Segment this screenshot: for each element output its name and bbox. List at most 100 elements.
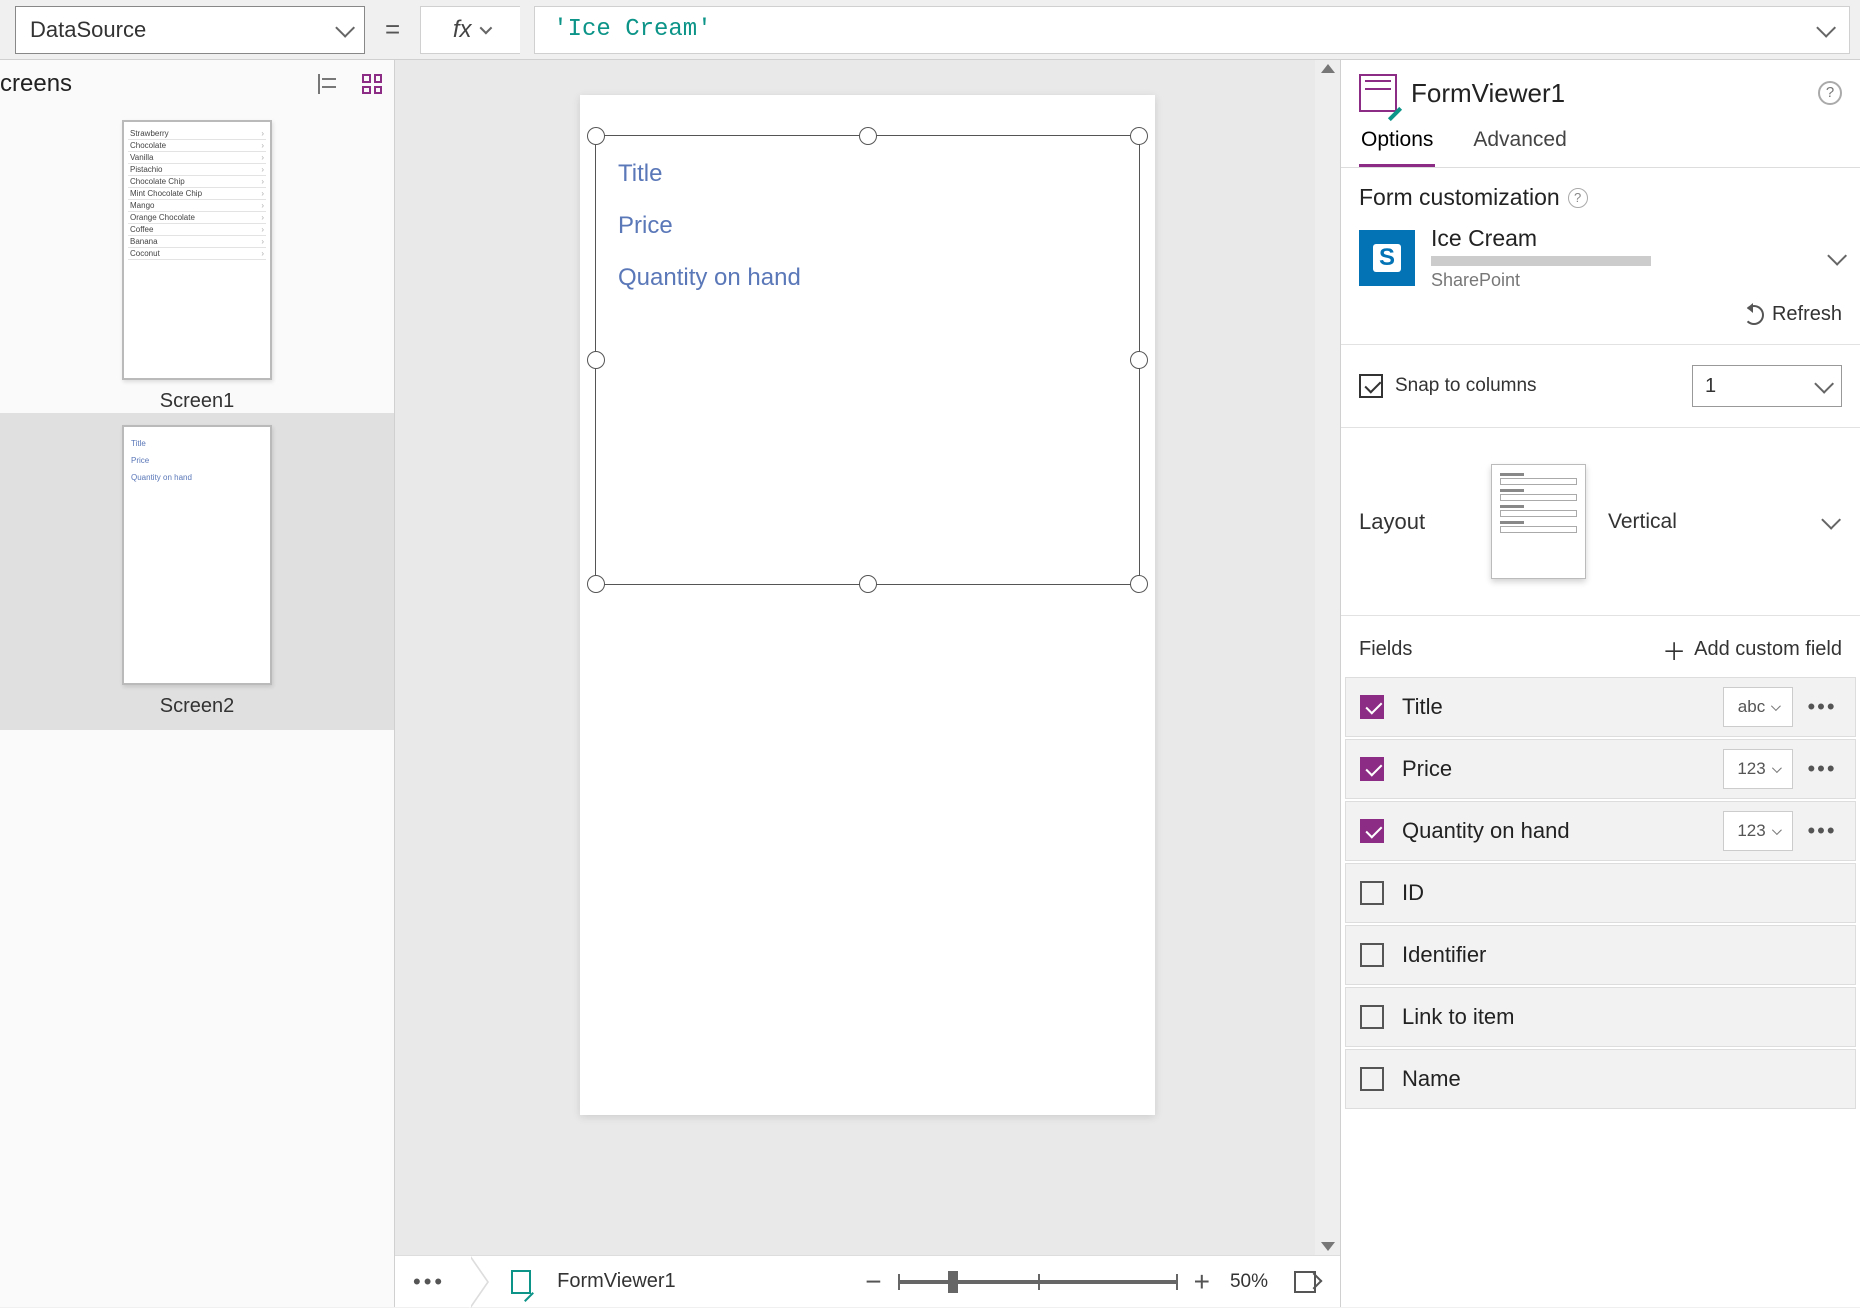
screens-panel: creens Strawberry› Chocolate› Vanilla› P… <box>0 60 395 1307</box>
chevron-down-icon <box>1771 701 1781 711</box>
field-more-button[interactable]: ••• <box>1799 818 1845 844</box>
equals-sign: = <box>385 14 400 45</box>
properties-panel: FormViewer1 ? Options Advanced Form cust… <box>1340 60 1860 1307</box>
fields-header: Fields ＋ Add custom field <box>1341 616 1860 677</box>
canvas-viewport[interactable]: Title Price Quantity on hand <box>395 60 1340 1255</box>
formviewer-icon <box>1359 74 1397 112</box>
field-checkbox[interactable] <box>1360 881 1384 905</box>
fullscreen-icon[interactable] <box>1294 1271 1316 1293</box>
more-icon[interactable]: ••• <box>413 1269 445 1295</box>
field-row-quantity[interactable]: Quantity on hand 123 ••• <box>1345 801 1856 861</box>
form-field-quantity: Quantity on hand <box>596 240 1139 292</box>
layout-row: Layout Vertical <box>1341 428 1860 616</box>
scroll-down-icon[interactable] <box>1321 1242 1335 1251</box>
screens-header: creens <box>0 70 394 108</box>
add-custom-field-button[interactable]: ＋ Add custom field <box>1662 632 1842 667</box>
canvas-area: Title Price Quantity on hand <box>395 60 1340 1307</box>
field-name: Identifier <box>1402 942 1845 968</box>
resize-handle[interactable] <box>1130 575 1148 593</box>
field-checkbox[interactable] <box>1360 819 1384 843</box>
chevron-down-icon <box>1772 763 1782 773</box>
fx-button[interactable]: fx <box>420 6 520 54</box>
help-icon[interactable]: ? <box>1818 81 1842 105</box>
fx-label: fx <box>453 16 472 44</box>
breadcrumb-separator-icon <box>469 1256 487 1308</box>
device-frame[interactable]: Title Price Quantity on hand <box>580 95 1155 1115</box>
field-row-price[interactable]: Price 123 ••• <box>1345 739 1856 799</box>
tab-options[interactable]: Options <box>1359 118 1435 167</box>
field-checkbox[interactable] <box>1360 757 1384 781</box>
field-name: Link to item <box>1402 1004 1845 1030</box>
properties-tabs: Options Advanced <box>1341 118 1860 168</box>
thumbnails-view-icon[interactable] <box>362 74 382 94</box>
field-row-title[interactable]: Title abc ••• <box>1345 677 1856 737</box>
screen-thumb-screen2[interactable]: Title Price Quantity on hand Screen2 <box>0 413 394 730</box>
field-row-identifier[interactable]: Identifier <box>1345 925 1856 985</box>
screen1-label: Screen1 <box>50 390 344 413</box>
datasource-name: Ice Cream <box>1431 225 1812 252</box>
sharepoint-icon: S <box>1359 230 1415 286</box>
screen2-preview: Title Price Quantity on hand <box>122 425 272 685</box>
fields-list: Title abc ••• Price 123 ••• Quantity on … <box>1341 677 1860 1111</box>
zoom-in-button[interactable]: + <box>1194 1268 1210 1296</box>
field-type-select[interactable]: 123 <box>1723 811 1793 851</box>
field-checkbox[interactable] <box>1360 1005 1384 1029</box>
screen1-preview: Strawberry› Chocolate› Vanilla› Pistachi… <box>122 120 272 380</box>
field-row-name[interactable]: Name <box>1345 1049 1856 1109</box>
datasource-owner-redacted <box>1431 256 1651 266</box>
resize-handle[interactable] <box>587 351 605 369</box>
tree-view-icon[interactable] <box>318 74 338 94</box>
layout-value: Vertical <box>1608 510 1677 534</box>
snap-label: Snap to columns <box>1395 375 1537 397</box>
formula-bar: DataSource = fx 'Ice Cream' <box>0 0 1860 60</box>
zoom-slider[interactable] <box>898 1280 1178 1284</box>
formula-input[interactable]: 'Ice Cream' <box>534 6 1850 54</box>
field-row-link[interactable]: Link to item <box>1345 987 1856 1047</box>
screens-header-label: creens <box>0 70 72 98</box>
resize-handle[interactable] <box>1130 351 1148 369</box>
main: creens Strawberry› Chocolate› Vanilla› P… <box>0 60 1860 1307</box>
snap-columns-value: 1 <box>1705 375 1716 398</box>
layout-select[interactable]: Vertical <box>1608 510 1842 534</box>
chevron-down-icon <box>1821 509 1841 529</box>
form-icon <box>511 1270 531 1294</box>
screen2-label: Screen2 <box>50 695 344 718</box>
snap-columns-select[interactable]: 1 <box>1692 365 1842 407</box>
zoom-controls: − + 50% <box>865 1268 1316 1296</box>
field-checkbox[interactable] <box>1360 695 1384 719</box>
zoom-out-button[interactable]: − <box>865 1268 881 1296</box>
field-row-id[interactable]: ID <box>1345 863 1856 923</box>
refresh-button[interactable]: Refresh <box>1359 303 1842 326</box>
refresh-icon <box>1744 305 1764 325</box>
resize-handle[interactable] <box>587 575 605 593</box>
tab-advanced[interactable]: Advanced <box>1471 118 1568 167</box>
resize-handle[interactable] <box>587 127 605 145</box>
property-dropdown[interactable]: DataSource <box>15 6 365 54</box>
datasource-selector[interactable]: S Ice Cream SharePoint <box>1359 225 1842 291</box>
form-customization-section: Form customization ? S Ice Cream SharePo… <box>1341 168 1860 345</box>
field-more-button[interactable]: ••• <box>1799 756 1845 782</box>
form-field-price: Price <box>596 188 1139 240</box>
vertical-scrollbar[interactable] <box>1315 60 1340 1255</box>
snap-checkbox[interactable] <box>1359 374 1383 398</box>
selected-control-name[interactable]: FormViewer1 <box>557 1270 676 1293</box>
fields-label: Fields <box>1359 638 1412 661</box>
field-type-select[interactable]: 123 <box>1723 749 1793 789</box>
help-icon[interactable]: ? <box>1568 188 1588 208</box>
zoom-slider-handle[interactable] <box>948 1271 958 1293</box>
field-type-select[interactable]: abc <box>1723 687 1793 727</box>
chevron-down-icon <box>335 17 355 37</box>
scroll-up-icon[interactable] <box>1321 64 1335 73</box>
resize-handle[interactable] <box>859 127 877 145</box>
field-more-button[interactable]: ••• <box>1799 694 1845 720</box>
datasource-type: SharePoint <box>1431 270 1812 291</box>
screen-thumb-screen1[interactable]: Strawberry› Chocolate› Vanilla› Pistachi… <box>0 108 394 413</box>
chevron-down-icon <box>1827 246 1847 266</box>
refresh-label: Refresh <box>1772 303 1842 326</box>
resize-handle[interactable] <box>859 575 877 593</box>
field-checkbox[interactable] <box>1360 943 1384 967</box>
field-checkbox[interactable] <box>1360 1067 1384 1091</box>
layout-thumbnail <box>1491 464 1586 579</box>
resize-handle[interactable] <box>1130 127 1148 145</box>
selected-form[interactable]: Title Price Quantity on hand <box>595 135 1140 585</box>
